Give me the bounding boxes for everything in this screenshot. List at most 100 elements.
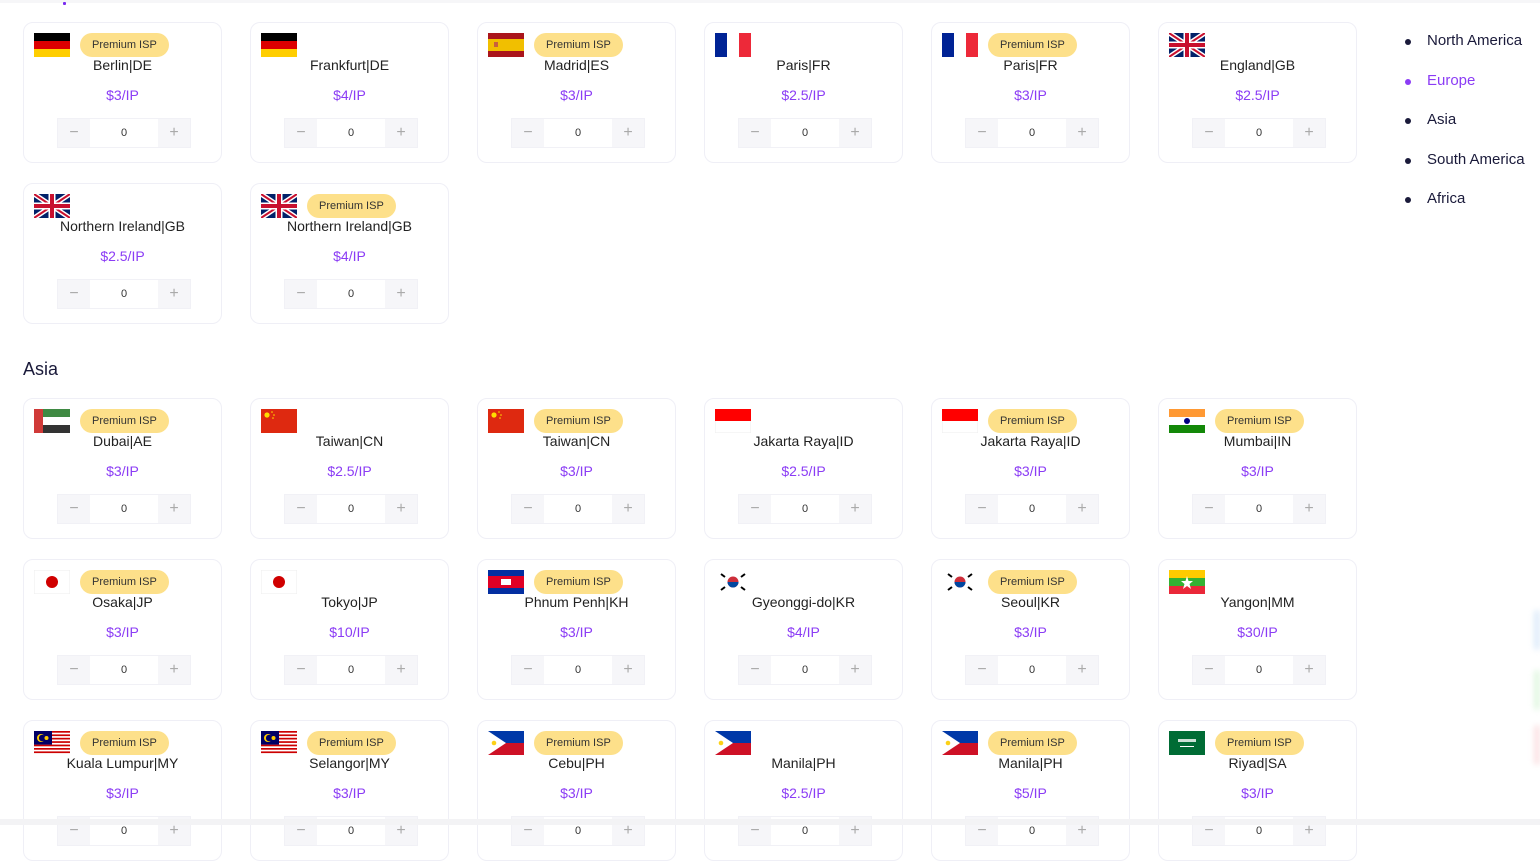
product-card: England|GB $2.5/IP − 0 + [1158,22,1357,163]
region-nav-item-north-america[interactable]: North America [1400,28,1525,68]
increment-button[interactable]: + [1293,119,1325,147]
quantity-input[interactable]: 0 [771,495,839,523]
city-label: Taiwan|CN [542,433,611,449]
quantity-input[interactable]: 0 [1225,119,1293,147]
region-nav-item-africa[interactable]: Africa [1400,186,1525,226]
quantity-input[interactable]: 0 [771,656,839,684]
increment-button[interactable]: + [1066,119,1098,147]
decrement-button[interactable]: − [58,656,90,684]
quantity-input[interactable]: 0 [317,119,385,147]
flag-kr-icon [942,570,978,594]
premium-isp-badge: Premium ISP [988,731,1077,755]
decrement-button[interactable]: − [1193,656,1225,684]
premium-isp-badge: Premium ISP [534,33,623,57]
product-card: Premium ISP Phnum Penh|KH $3/IP − 0 + [477,559,676,700]
quantity-input[interactable]: 0 [90,280,158,308]
region-nav-label: Europe [1427,71,1476,89]
price-label: $4/IP [333,87,366,103]
increment-button[interactable]: + [385,119,417,147]
premium-isp-badge: Premium ISP [534,570,623,594]
quantity-input[interactable]: 0 [1225,656,1293,684]
premium-isp-badge: Premium ISP [988,570,1077,594]
price-label: $30/IP [1237,624,1278,640]
increment-button[interactable]: + [1066,495,1098,523]
decrement-button[interactable]: − [739,495,771,523]
quantity-input[interactable]: 0 [1225,495,1293,523]
decrement-button[interactable]: − [966,119,998,147]
quantity-stepper: − 0 + [1192,118,1326,148]
quantity-input[interactable]: 0 [998,495,1066,523]
flag-gb-icon [34,194,70,218]
quantity-input[interactable]: 0 [317,656,385,684]
increment-button[interactable]: + [158,280,190,308]
top-divider [0,0,1540,3]
price-label: $3/IP [1241,463,1274,479]
decrement-button[interactable]: − [285,119,317,147]
premium-isp-badge: Premium ISP [1215,409,1304,433]
increment-button[interactable]: + [612,656,644,684]
increment-button[interactable]: + [158,495,190,523]
increment-button[interactable]: + [839,119,871,147]
quantity-input[interactable]: 0 [317,495,385,523]
premium-isp-badge: Premium ISP [534,731,623,755]
product-card: Premium ISP Kuala Lumpur|MY $3/IP − 0 + [23,720,222,861]
decrement-button[interactable]: − [1193,119,1225,147]
decrement-button[interactable]: − [966,495,998,523]
decrement-button[interactable]: − [739,656,771,684]
increment-button[interactable]: + [612,495,644,523]
increment-button[interactable]: + [839,656,871,684]
decrement-button[interactable]: − [512,656,544,684]
quantity-input[interactable]: 0 [998,656,1066,684]
decrement-button[interactable]: − [285,280,317,308]
quantity-input[interactable]: 0 [544,495,612,523]
quantity-input[interactable]: 0 [544,119,612,147]
quantity-stepper: − 0 + [738,118,872,148]
price-label: $3/IP [1241,785,1274,801]
increment-button[interactable]: + [385,280,417,308]
quantity-input[interactable]: 0 [771,119,839,147]
decrement-button[interactable]: − [1193,495,1225,523]
quantity-input[interactable]: 0 [544,656,612,684]
region-nav-item-europe[interactable]: Europe [1400,68,1525,108]
flag-jp-icon [34,570,70,594]
decrement-button[interactable]: − [58,495,90,523]
price-label: $3/IP [1014,624,1047,640]
increment-button[interactable]: + [1066,656,1098,684]
decrement-button[interactable]: − [58,119,90,147]
decrement-button[interactable]: − [966,656,998,684]
increment-button[interactable]: + [385,495,417,523]
quantity-input[interactable]: 0 [998,119,1066,147]
product-card: Yangon|MM $30/IP − 0 + [1158,559,1357,700]
increment-button[interactable]: + [1293,656,1325,684]
decrement-button[interactable]: − [58,280,90,308]
quantity-input[interactable]: 0 [317,280,385,308]
price-label: $2.5/IP [781,87,826,103]
decrement-button[interactable]: − [739,119,771,147]
region-nav-item-south-america[interactable]: South America [1400,147,1525,187]
increment-button[interactable]: + [385,656,417,684]
quantity-input[interactable]: 0 [90,119,158,147]
quantity-stepper: − 0 + [284,655,418,685]
bullet-icon [1405,197,1411,203]
increment-button[interactable]: + [1293,495,1325,523]
increment-button[interactable]: + [158,119,190,147]
increment-button[interactable]: + [158,656,190,684]
region-nav-label: South America [1427,150,1525,168]
edge-decoration [1534,610,1540,650]
city-label: Kuala Lumpur|MY [66,755,179,771]
quantity-stepper: − 0 + [57,655,191,685]
decrement-button[interactable]: − [512,119,544,147]
region-nav-item-asia[interactable]: Asia [1400,107,1525,147]
increment-button[interactable]: + [612,119,644,147]
price-label: $3/IP [1014,463,1047,479]
product-card: Premium ISP Manila|PH $5/IP − 0 + [931,720,1130,861]
decrement-button[interactable]: − [512,495,544,523]
decrement-button[interactable]: − [285,495,317,523]
decrement-button[interactable]: − [285,656,317,684]
bullet-icon [1405,118,1411,124]
flag-mm-icon [1169,570,1205,594]
increment-button[interactable]: + [839,495,871,523]
quantity-input[interactable]: 0 [90,495,158,523]
region-nav: North America Europe Asia South America Afri… [1400,28,1525,226]
quantity-input[interactable]: 0 [90,656,158,684]
